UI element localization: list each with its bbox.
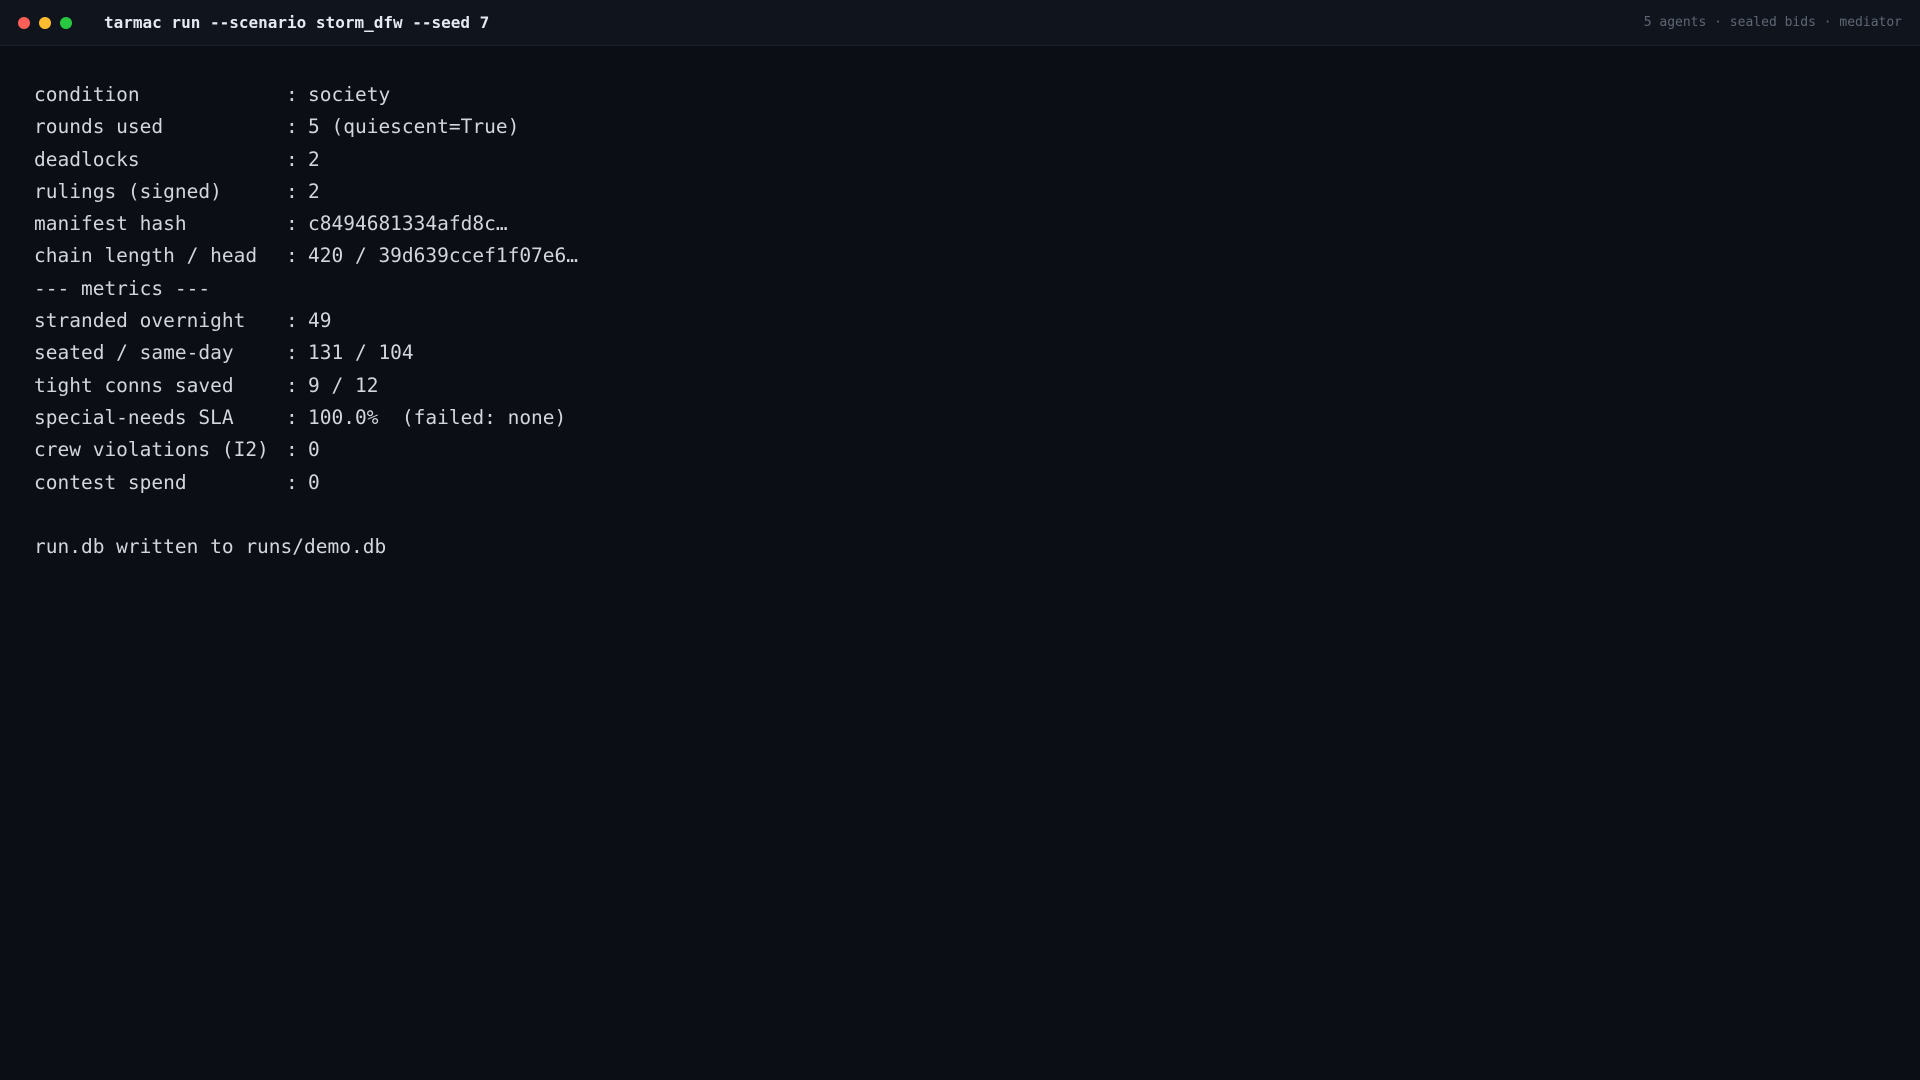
terminal-output[interactable]: condition : society rounds used : 5 (qui… (34, 79, 1884, 563)
window-titlebar: tarmac run --scenario storm_dfw --seed 7… (0, 0, 1920, 46)
output-row-condition: condition : society (34, 79, 1884, 111)
output-value: 2 (308, 179, 320, 203)
output-separator: : (286, 83, 298, 106)
metrics-header: --- metrics --- (34, 276, 211, 300)
metric-row-stranded-overnight: stranded overnight : 49 (34, 305, 1884, 337)
output-row-rounds-used: rounds used : 5 (quiescent=True) (34, 111, 1884, 143)
output-value: 420 / 39d639ccef1f07e6… (308, 244, 579, 268)
output-row-manifest-hash: manifest hash : c8494681334afd8c… (34, 208, 1884, 240)
metric-key: crew violations (I2) (34, 438, 269, 462)
output-row-deadlocks: deadlocks : 2 (34, 144, 1884, 176)
output-separator: : (286, 438, 298, 462)
output-row-rulings: rulings (signed) : 2 (34, 176, 1884, 208)
window-title: tarmac run --scenario storm_dfw --seed 7 (104, 13, 490, 32)
output-separator: : (286, 309, 298, 333)
metric-value: 49 (308, 309, 332, 333)
session-meta: 5 agents · sealed bids · mediator (1643, 15, 1902, 30)
metric-key: seated / same-day (34, 341, 234, 365)
output-separator: : (286, 244, 298, 268)
output-row-chain-length: chain length / head : 420 / 39d639ccef1f… (34, 240, 1884, 272)
output-value: c8494681334afd8c… (308, 212, 508, 236)
metric-row-seated-same-day: seated / same-day : 131 / 104 (34, 337, 1884, 369)
output-key: rulings (signed) (34, 179, 222, 203)
metric-value: 100.0% (failed: none) (308, 405, 567, 429)
run-db-message: run.db written to runs/demo.db (34, 535, 387, 559)
metric-value: 0 (308, 438, 320, 462)
output-key: rounds used (34, 115, 164, 139)
output-key: manifest hash (34, 212, 187, 236)
metric-value: 9 / 12 (308, 373, 379, 397)
maximize-window-button[interactable] (60, 16, 72, 29)
output-separator: : (286, 179, 298, 203)
metric-key: stranded overnight (34, 309, 246, 333)
output-separator: : (286, 373, 298, 397)
minimize-window-button[interactable] (39, 16, 51, 29)
output-value: 5 (quiescent=True) (308, 115, 520, 139)
output-separator: : (286, 470, 298, 494)
metric-value: 131 / 104 (308, 341, 414, 365)
metric-row-tight-conns-saved: tight conns saved : 9 / 12 (34, 370, 1884, 402)
output-separator: : (286, 115, 298, 139)
close-window-button[interactable] (18, 16, 30, 29)
metric-key: contest spend (34, 470, 187, 494)
metric-row-special-needs-sla: special-needs SLA : 100.0% (failed: none… (34, 402, 1884, 434)
metric-row-crew-violations: crew violations (I2) : 0 (34, 434, 1884, 466)
window-controls (18, 16, 72, 29)
output-key: chain length / head (34, 244, 258, 268)
metric-row-contest-spend: contest spend : 0 (34, 467, 1884, 499)
output-key: condition (34, 83, 140, 106)
output-separator: : (286, 405, 298, 429)
metric-value: 0 (308, 470, 320, 494)
metric-key: special-needs SLA (34, 405, 234, 429)
output-value: society (308, 83, 391, 106)
output-value: 2 (308, 147, 320, 171)
output-key: deadlocks (34, 147, 140, 171)
output-separator: : (286, 341, 298, 365)
output-separator: : (286, 212, 298, 236)
metric-key: tight conns saved (34, 373, 234, 397)
output-separator: : (286, 147, 298, 171)
